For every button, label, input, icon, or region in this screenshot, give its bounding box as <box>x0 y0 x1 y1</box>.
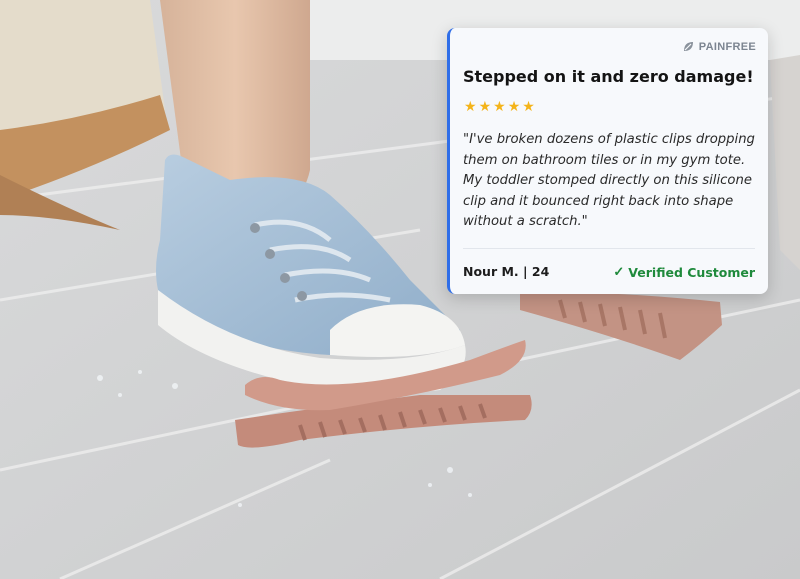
star-icon: ★ <box>464 99 477 115</box>
star-icon: ★ <box>493 99 506 115</box>
star-icon: ★ <box>522 99 535 115</box>
review-quote: "I've broken dozens of plastic clips dro… <box>463 132 755 229</box>
star-rating: ★ ★ ★ ★ ★ <box>464 100 535 114</box>
review-headline: Stepped on it and zero damage! <box>463 67 754 86</box>
brand-name: PAINFREE <box>698 40 756 53</box>
reviewer-name: Nour M. | 24 <box>463 264 550 279</box>
star-icon: ★ <box>507 99 521 115</box>
star-icon: ★ <box>478 99 492 115</box>
checkmark-icon: ✓ <box>613 264 625 279</box>
review-card: PAINFREE Stepped on it and zero damage! … <box>447 28 768 294</box>
brand-logo: PAINFREE <box>682 40 756 53</box>
verified-label: Verified Customer <box>628 264 755 280</box>
divider <box>463 248 755 249</box>
verified-badge: ✓ Verified Customer <box>613 264 755 280</box>
leaf-logo-icon <box>683 42 693 51</box>
